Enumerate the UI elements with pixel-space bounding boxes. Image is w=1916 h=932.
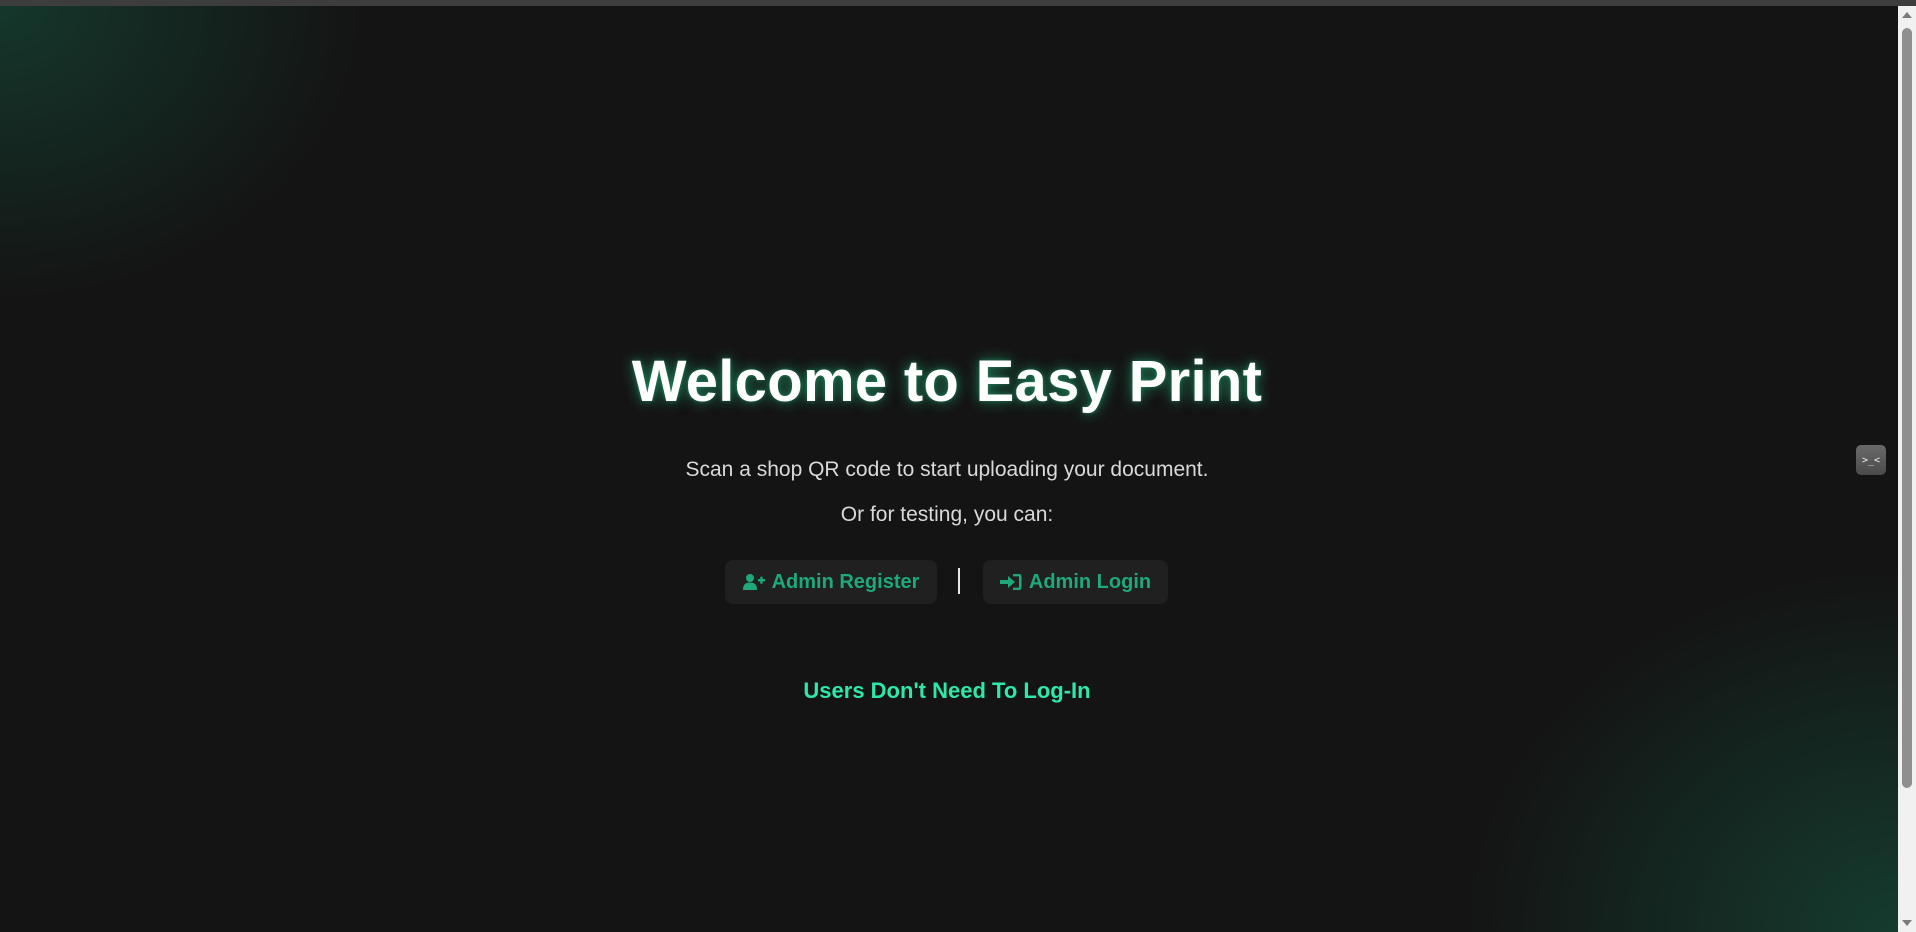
- page-background: Welcome to Easy Print Scan a shop QR cod…: [0, 6, 1898, 932]
- admin-login-button[interactable]: Admin Login: [983, 560, 1168, 604]
- subtitle-text: Scan a shop QR code to start uploading y…: [685, 458, 1209, 481]
- scrollbar-thumb[interactable]: [1902, 28, 1912, 788]
- scroll-up-arrow-icon[interactable]: [1902, 12, 1912, 18]
- admin-register-button[interactable]: Admin Register: [725, 560, 937, 604]
- users-no-login-note: Users Don't Need To Log-In: [803, 678, 1091, 703]
- face-icon: >_<: [1861, 454, 1881, 466]
- scroll-down-arrow-icon[interactable]: [1902, 920, 1912, 926]
- admin-login-label: Admin Login: [1028, 570, 1152, 593]
- testing-text: Or for testing, you can:: [840, 503, 1054, 526]
- button-divider: [958, 568, 960, 594]
- vertical-scrollbar[interactable]: [1898, 6, 1916, 932]
- page-title: Welcome to Easy Print: [631, 349, 1263, 414]
- admin-register-label: Admin Register: [771, 570, 920, 593]
- sign-in-icon: [999, 573, 1022, 591]
- side-widget-button[interactable]: >_<: [1856, 445, 1886, 475]
- user-plus-icon: [742, 573, 765, 591]
